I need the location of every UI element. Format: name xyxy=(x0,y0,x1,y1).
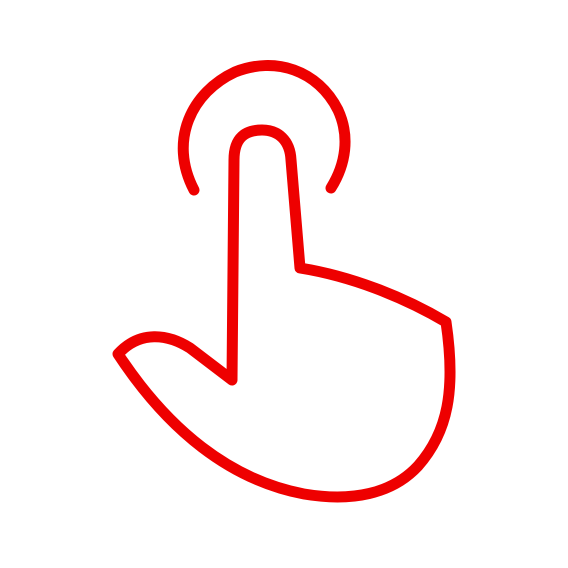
tap-gesture-icon xyxy=(112,60,456,503)
icon-canvas xyxy=(0,0,568,568)
pointing-hand-outline xyxy=(112,124,456,503)
